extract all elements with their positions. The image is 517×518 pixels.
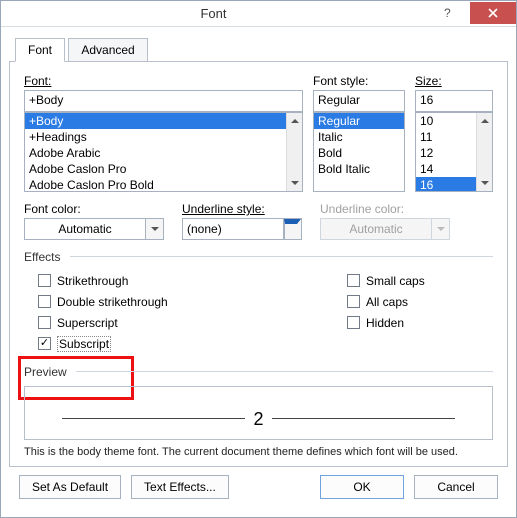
font-color-combo[interactable]: Automatic bbox=[24, 218, 164, 240]
underline-style-combo[interactable]: (none) bbox=[182, 218, 302, 240]
button-bar: Set As Default Text Effects... OK Cancel bbox=[9, 467, 508, 509]
font-dialog: Font ? Font Advanced Font: +Body +Body +… bbox=[0, 0, 517, 518]
tab-panel-font: Font: +Body +Body +Headings Adobe Arabic… bbox=[9, 61, 508, 467]
small-caps-checkbox[interactable]: Small caps bbox=[347, 271, 487, 290]
list-item[interactable]: Italic bbox=[314, 129, 404, 145]
chevron-down-icon bbox=[145, 219, 163, 239]
strikethrough-checkbox[interactable]: Strikethrough bbox=[38, 271, 347, 290]
set-as-default-button[interactable]: Set As Default bbox=[19, 475, 121, 499]
effects-group-label: Effects bbox=[24, 250, 493, 264]
list-item[interactable]: Adobe Caslon Pro Bold bbox=[25, 177, 302, 192]
preview-box: 2 bbox=[24, 386, 493, 440]
titlebar: Font ? bbox=[1, 1, 516, 27]
preview-footnote: This is the body theme font. The current… bbox=[24, 446, 493, 458]
underline-color-combo: Automatic bbox=[320, 218, 450, 240]
dialog-title: Font bbox=[1, 6, 426, 21]
preview-text: 2 bbox=[253, 409, 263, 430]
font-style-input[interactable]: Regular bbox=[313, 90, 405, 112]
font-style-list[interactable]: Regular Italic Bold Bold Italic bbox=[313, 112, 405, 192]
size-input[interactable]: 16 bbox=[415, 90, 493, 112]
list-item[interactable]: Bold Italic bbox=[314, 161, 404, 177]
close-button[interactable] bbox=[470, 2, 516, 24]
size-list[interactable]: 10 11 12 14 16 bbox=[415, 112, 493, 192]
font-color-label: Font color: bbox=[24, 202, 164, 216]
ok-button[interactable]: OK bbox=[320, 475, 404, 499]
list-item[interactable]: +Body bbox=[25, 113, 302, 129]
tabstrip: Font Advanced bbox=[15, 37, 508, 61]
chevron-down-icon bbox=[283, 219, 301, 239]
scrollbar[interactable] bbox=[476, 113, 492, 191]
svg-text:?: ? bbox=[444, 7, 451, 19]
underline-color-label: Underline color: bbox=[320, 202, 450, 216]
scrollbar[interactable] bbox=[286, 113, 302, 191]
superscript-checkbox[interactable]: Superscript bbox=[38, 313, 347, 332]
font-label: Font: bbox=[24, 74, 303, 88]
all-caps-checkbox[interactable]: All caps bbox=[347, 292, 487, 311]
hidden-checkbox[interactable]: Hidden bbox=[347, 313, 487, 332]
font-list[interactable]: +Body +Headings Adobe Arabic Adobe Caslo… bbox=[24, 112, 303, 192]
chevron-down-icon bbox=[431, 219, 449, 239]
font-input[interactable]: +Body bbox=[24, 90, 303, 112]
tab-advanced[interactable]: Advanced bbox=[68, 38, 147, 61]
help-button[interactable]: ? bbox=[426, 2, 470, 24]
subscript-checkbox[interactable]: Subscript bbox=[38, 334, 347, 353]
list-item[interactable]: Adobe Arabic bbox=[25, 145, 302, 161]
preview-group-label: Preview bbox=[24, 365, 493, 379]
underline-style-label: Underline style: bbox=[182, 202, 302, 216]
text-effects-button[interactable]: Text Effects... bbox=[131, 475, 229, 499]
list-item[interactable]: +Headings bbox=[25, 129, 302, 145]
tab-font[interactable]: Font bbox=[15, 38, 65, 62]
font-style-label: Font style: bbox=[313, 74, 405, 88]
list-item[interactable]: Bold bbox=[314, 145, 404, 161]
double-strikethrough-checkbox[interactable]: Double strikethrough bbox=[38, 292, 347, 311]
cancel-button[interactable]: Cancel bbox=[414, 475, 498, 499]
list-item[interactable]: Adobe Caslon Pro bbox=[25, 161, 302, 177]
list-item[interactable]: Regular bbox=[314, 113, 404, 129]
size-label: Size: bbox=[415, 74, 493, 88]
